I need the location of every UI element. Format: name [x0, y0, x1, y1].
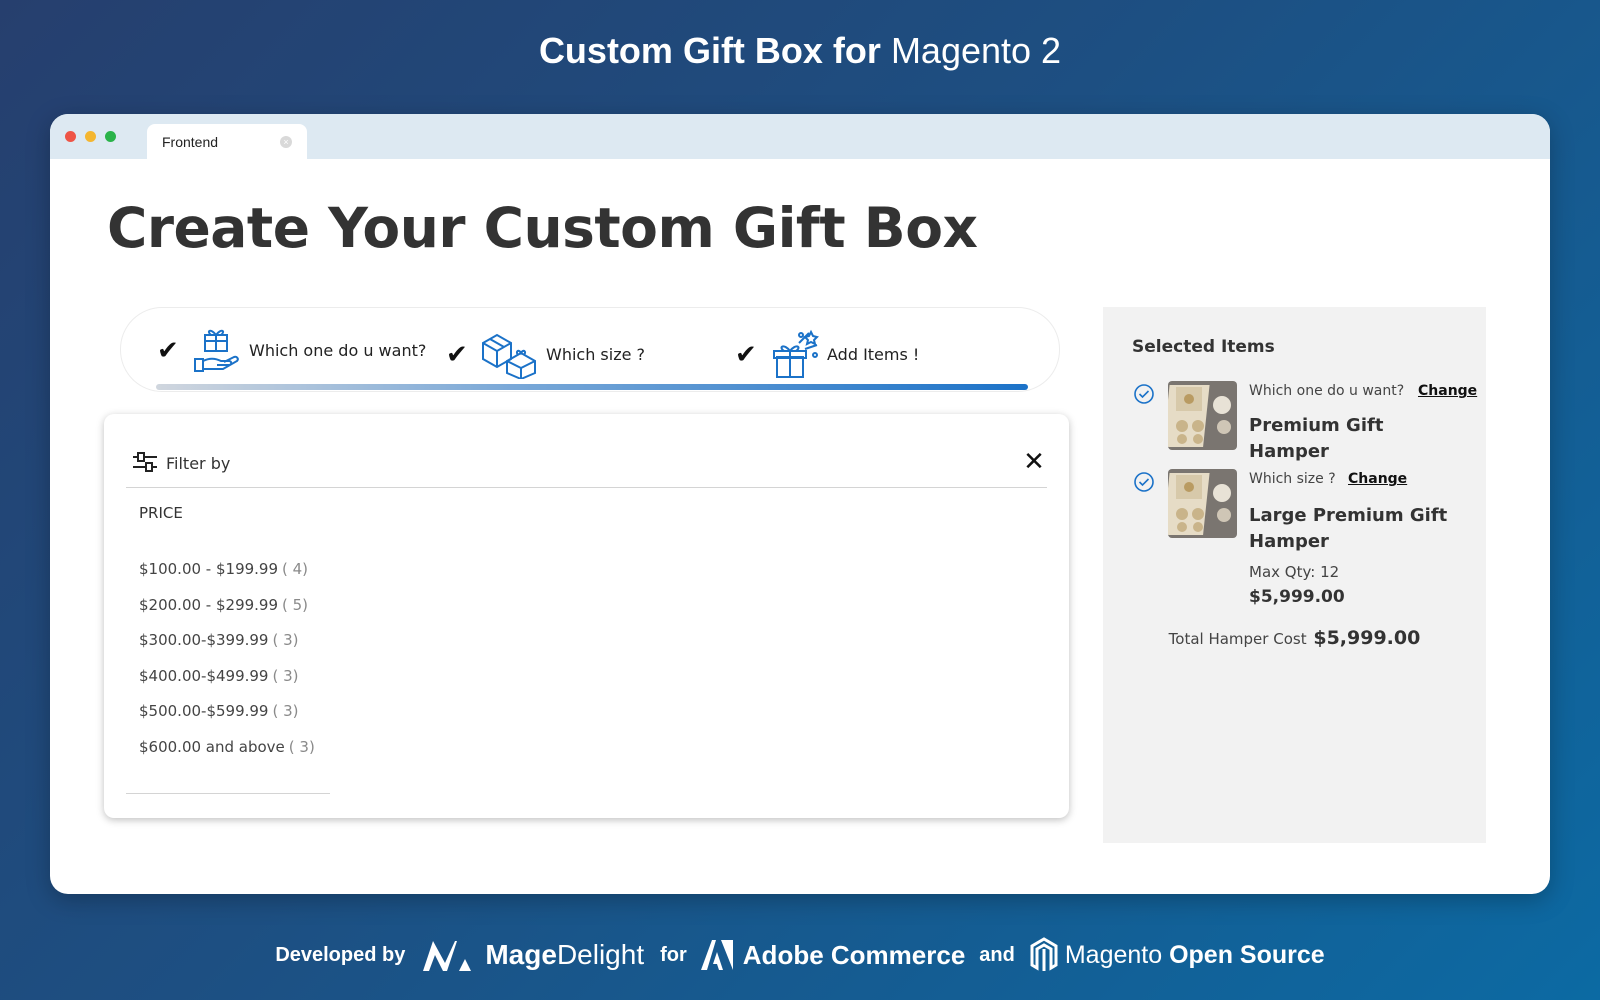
- maximize-window-dot[interactable]: [105, 131, 116, 142]
- close-window-dot[interactable]: [65, 131, 76, 142]
- selected-items-title: Selected Items: [1132, 337, 1275, 357]
- total-label: Total Hamper Cost: [1168, 630, 1307, 648]
- magento-logo-icon: [1030, 937, 1058, 971]
- and-text: and: [979, 943, 1015, 966]
- check-circle-icon: [1134, 472, 1154, 492]
- selected-items-panel: Selected Items Which one do u want? Chan…: [1103, 307, 1486, 843]
- price-option[interactable]: $300.00-$399.99( 3): [139, 631, 315, 667]
- step-add-items[interactable]: ✔ Add Items !: [735, 328, 919, 380]
- gift-hamper-thumbnail: [1168, 381, 1237, 450]
- gift-hamper-thumbnail: [1168, 469, 1237, 538]
- step-label: Add Items !: [827, 344, 920, 364]
- brand-light: Delight: [556, 939, 645, 970]
- price-count: ( 3): [272, 666, 299, 685]
- browser-tab-bar: Frontend ×: [50, 114, 1550, 159]
- page-title: Create Your Custom Gift Box: [107, 196, 978, 260]
- price-count: ( 3): [272, 631, 299, 649]
- price-range: $500.00-$599.99: [139, 702, 269, 720]
- price-range: $200.00 - $299.99: [139, 595, 279, 614]
- change-link[interactable]: Change: [1418, 383, 1477, 399]
- browser-tab-frontend[interactable]: Frontend ×: [147, 124, 307, 159]
- brand-bold: Mage: [485, 939, 557, 970]
- step-progress: ✔ Which one do u want? ✔ Which size ? ✔ …: [120, 307, 1060, 392]
- selected-item-name: Large Premium Gift Hamper: [1249, 505, 1448, 552]
- price-range: $400.00-$499.99: [139, 666, 269, 685]
- gift-boxes-icon: [482, 333, 536, 379]
- price-range: $300.00-$399.99: [139, 631, 269, 649]
- price-heading: PRICE: [139, 504, 183, 522]
- browser-window: Frontend × Create Your Custom Gift Box ✔…: [50, 114, 1550, 894]
- filter-label: Filter by: [166, 454, 231, 473]
- selected-item-name: Premium Gift Hamper: [1249, 415, 1384, 462]
- banner-title-light: Magento 2: [890, 30, 1062, 71]
- for-text: for: [660, 943, 687, 966]
- magedelight-brand: MageDelight: [485, 939, 644, 971]
- price-count: ( 4): [282, 560, 309, 578]
- selected-item-question: Which one do u want?: [1249, 383, 1405, 399]
- change-link[interactable]: Change: [1348, 471, 1407, 487]
- checkmark-icon: ✔: [735, 338, 757, 369]
- minimize-window-dot[interactable]: [85, 131, 96, 142]
- magento-open-source-text: Magento Open Source: [1065, 941, 1325, 970]
- banner-title: Custom Gift Box for Magento 2: [0, 30, 1600, 72]
- magento-light: Magento: [1064, 940, 1163, 969]
- max-qty: Max Qty: 12: [1249, 563, 1340, 581]
- close-icon[interactable]: ✕: [1021, 448, 1047, 474]
- developed-by-text: Developed by: [275, 943, 406, 966]
- adobe-logo-icon: [700, 940, 733, 970]
- footer-credits: Developed by MageDelight for Adobe Comme…: [0, 930, 1600, 980]
- price-count: ( 3): [272, 702, 299, 720]
- checkmark-icon: ✔: [446, 338, 468, 369]
- browser-tab-label: Frontend: [162, 134, 219, 150]
- step-which-size[interactable]: ✔ Which size ?: [446, 328, 645, 380]
- total-hamper-cost: Total Hamper Cost $5,999.00: [1103, 627, 1486, 649]
- step-label: Which size ?: [546, 344, 646, 364]
- check-circle-icon: [1134, 384, 1154, 404]
- step-label: Which one do u want?: [249, 340, 427, 360]
- price-option[interactable]: $100.00 - $199.99( 4): [139, 560, 315, 596]
- price-range: $100.00 - $199.99: [139, 560, 279, 578]
- total-value: $5,999.00: [1313, 627, 1421, 649]
- filter-panel: Filter by ✕ PRICE $100.00 - $199.99( 4) …: [104, 414, 1069, 818]
- step-which-one[interactable]: ✔ Which one do u want?: [157, 324, 426, 376]
- price-option[interactable]: $600.00 and above( 3): [139, 738, 315, 774]
- adobe-commerce-text: Adobe Commerce: [742, 939, 966, 970]
- divider: [126, 793, 330, 794]
- price-option[interactable]: $500.00-$599.99( 3): [139, 702, 315, 738]
- selected-item-question: Which size ?: [1249, 471, 1336, 487]
- step-progress-bar: [156, 384, 1028, 390]
- open-source-bold: Open Source: [1169, 940, 1325, 969]
- price-option[interactable]: $200.00 - $299.99( 5): [139, 596, 315, 632]
- price-option[interactable]: $400.00-$499.99( 3): [139, 667, 315, 703]
- price-filter-list: $100.00 - $199.99( 4) $200.00 - $299.99(…: [139, 560, 315, 773]
- tab-close-icon[interactable]: ×: [280, 136, 292, 148]
- price-count: ( 3): [288, 737, 315, 756]
- filter-header: Filter by ✕: [126, 436, 1047, 488]
- checkmark-icon: ✔: [157, 334, 179, 365]
- gift-hand-icon: [194, 329, 239, 372]
- filter-sliders-icon: [133, 451, 157, 472]
- magedelight-logo-icon: [423, 941, 472, 971]
- banner-title-bold: Custom Gift Box for: [538, 30, 881, 71]
- price-count: ( 5): [282, 595, 309, 614]
- gift-sparkle-icon: [773, 329, 819, 378]
- selected-item-price: $5,999.00: [1249, 587, 1345, 607]
- price-range: $600.00 and above: [139, 737, 285, 756]
